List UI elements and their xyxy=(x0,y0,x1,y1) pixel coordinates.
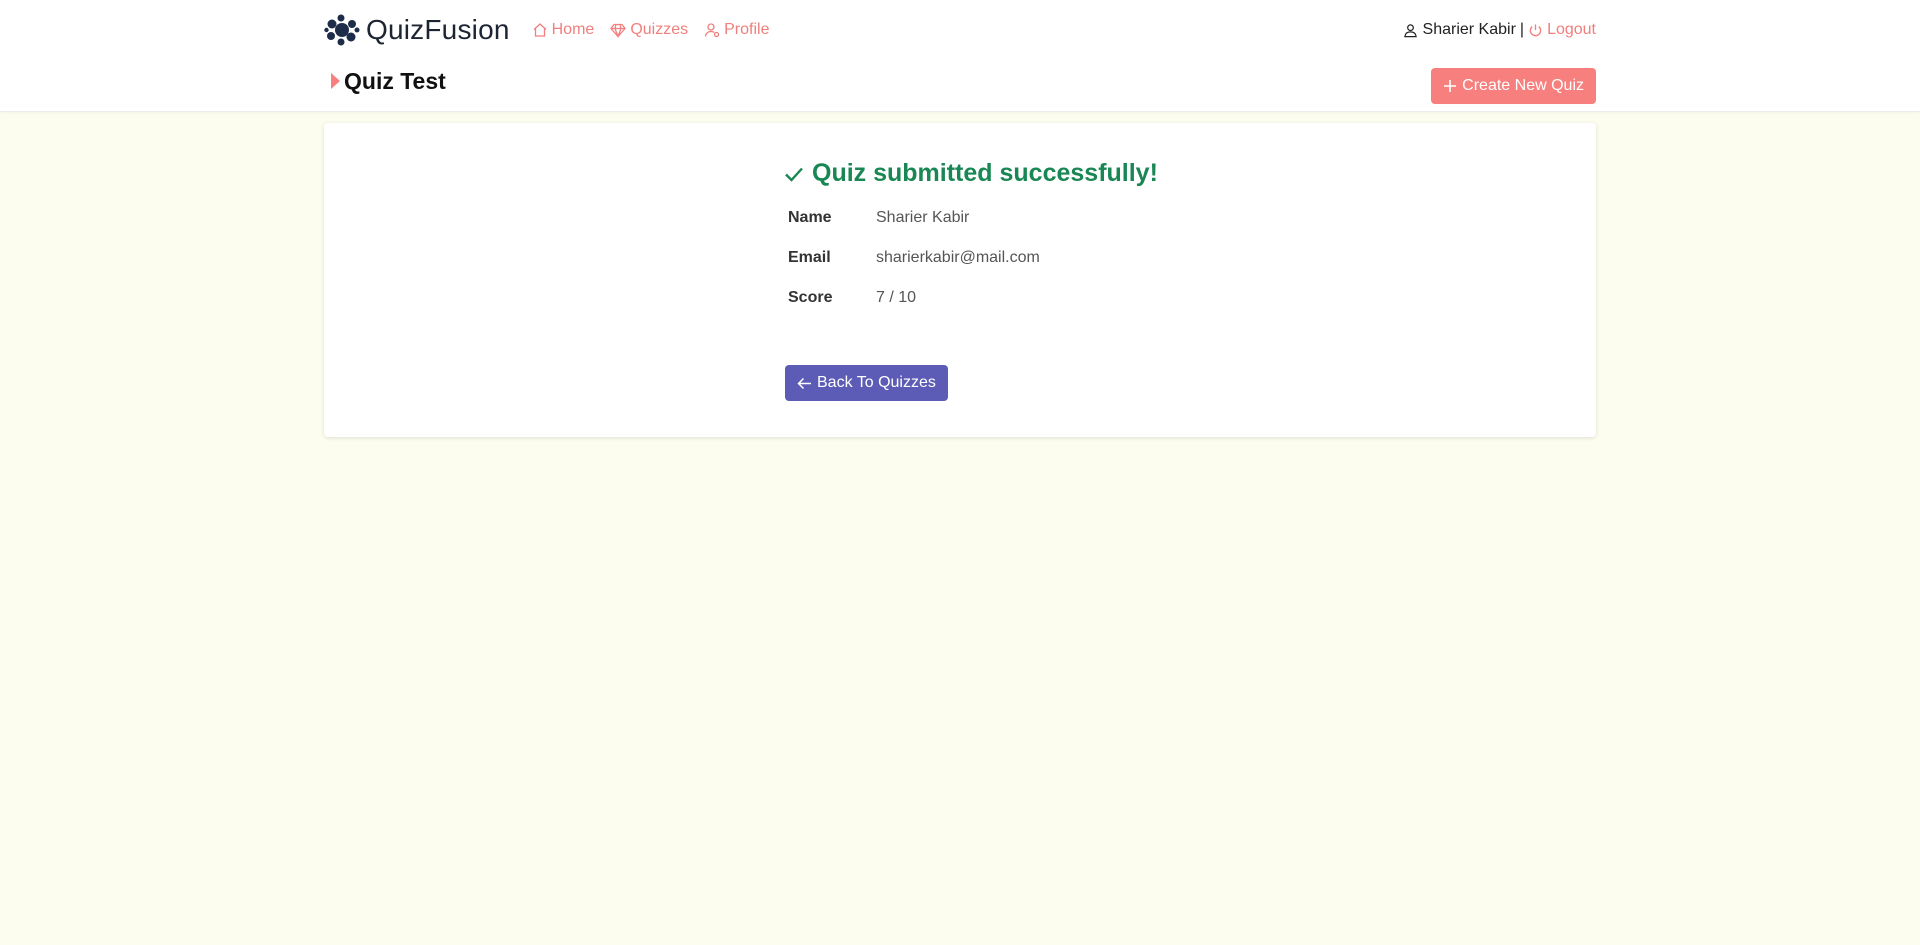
result-card: Quiz submitted successfully! Name Sharie… xyxy=(324,123,1596,437)
user-icon xyxy=(1403,23,1417,37)
logo[interactable]: QuizFusion xyxy=(324,14,510,46)
top-navbar: QuizFusion Home Quizzes Profile Sharier … xyxy=(324,12,1596,48)
create-new-quiz-button[interactable]: Create New Quiz xyxy=(1431,68,1596,104)
row-label: Score xyxy=(788,289,833,306)
table-row: Name Sharier Kabir xyxy=(784,198,1040,238)
logout-label: Logout xyxy=(1547,21,1596,38)
page-title: Quiz Test xyxy=(324,68,446,95)
logout-link[interactable]: Logout xyxy=(1528,21,1596,39)
nav-quizzes-label: Quizzes xyxy=(630,21,689,38)
power-icon xyxy=(1529,23,1542,36)
row-value: Sharier Kabir xyxy=(876,209,970,226)
result-table: Name Sharier Kabir Email sharierkabir@ma… xyxy=(784,198,1040,318)
page-title-text: Quiz Test xyxy=(344,67,446,94)
back-to-quizzes-button[interactable]: Back To Quizzes xyxy=(785,365,948,401)
nav-home[interactable]: Home xyxy=(532,21,595,39)
table-row: Score 7 / 10 xyxy=(784,278,1040,318)
nav-home-label: Home xyxy=(551,21,595,38)
nav-profile[interactable]: Profile xyxy=(704,21,769,39)
sub-header: Quiz Test Create New Quiz xyxy=(324,66,1596,106)
diamond-icon xyxy=(610,23,627,38)
result-panel: Quiz submitted successfully! Name Sharie… xyxy=(784,159,1184,318)
home-icon xyxy=(533,23,547,37)
table-row: Email sharierkabir@mail.com xyxy=(784,238,1040,278)
user-name: Sharier Kabir xyxy=(1422,21,1516,38)
nav-links: Home Quizzes Profile xyxy=(532,21,786,39)
row-value: sharierkabir@mail.com xyxy=(876,249,1040,266)
back-to-quizzes-label: Back To Quizzes xyxy=(817,374,936,391)
row-label: Name xyxy=(788,209,832,226)
create-new-quiz-label: Create New Quiz xyxy=(1462,77,1584,94)
user-area: Sharier Kabir | Logout xyxy=(1403,21,1596,39)
row-label: Email xyxy=(788,249,831,266)
header: QuizFusion Home Quizzes Profile Sharier … xyxy=(0,0,1920,112)
success-message: Quiz submitted successfully! xyxy=(784,159,1184,188)
row-value: 7 / 10 xyxy=(876,289,917,306)
caret-right-icon xyxy=(331,73,340,89)
check-icon xyxy=(785,167,803,182)
plus-icon xyxy=(1444,80,1457,92)
person-icon xyxy=(704,23,720,38)
nav-profile-label: Profile xyxy=(724,21,770,38)
success-text: Quiz submitted successfully! xyxy=(812,159,1158,187)
arrow-left-icon xyxy=(797,377,811,389)
separator: | xyxy=(1519,21,1525,38)
nav-quizzes[interactable]: Quizzes xyxy=(610,21,688,39)
dots-cluster-logo-icon xyxy=(324,14,360,46)
brand-name: QuizFusion xyxy=(366,14,510,45)
